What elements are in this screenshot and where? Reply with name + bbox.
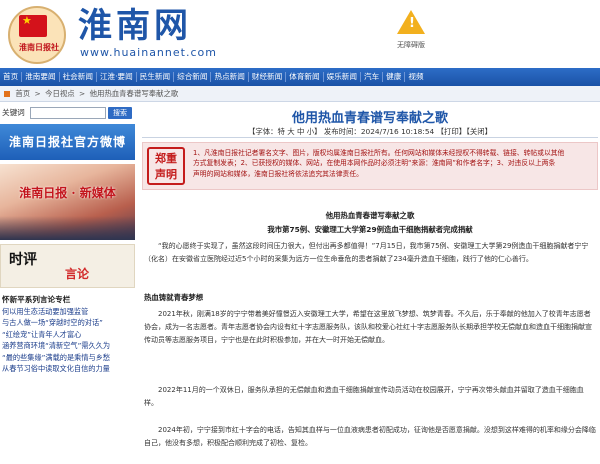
declaration-badge-b: 声明 — [155, 168, 177, 181]
search-row: 关键词 搜索 — [2, 106, 132, 120]
flag-icon — [19, 14, 47, 37]
nav-item[interactable]: 民生新闻 — [137, 72, 175, 82]
declaration-line: 1、凡淮南日报社记者署名文字、图片，版权均属淮南日报社所有。任何网站和媒体未经授… — [193, 149, 565, 157]
article-area: 他用热血青春谱写奉献之歌 【字体：特 大 中 小】 发布时间：2024/7/16… — [140, 102, 600, 464]
declaration-text: 1、凡淮南日报社记者署名文字、图片，版权均属淮南日报社所有。任何网站和媒体未经授… — [193, 148, 593, 179]
search-input[interactable] — [30, 107, 106, 119]
new-media-banner[interactable]: 淮南日报 · 新媒体 — [0, 164, 135, 240]
declaration-badge: 郑重 声明 — [147, 147, 185, 185]
article-meta[interactable]: 【字体：特 大 中 小】 发布时间：2024/7/16 10:18:54 【打印… — [140, 126, 600, 137]
breadcrumb: 首页 > 今日视点 > 他用热血青春谱写奉献之歌 — [0, 86, 600, 102]
breadcrumb-section[interactable]: 今日视点 — [45, 89, 75, 98]
commentary-banner[interactable]: 时评 言论 — [0, 244, 135, 288]
city-skyline — [0, 216, 135, 240]
commentary-banner-b: 言论 — [65, 267, 90, 281]
nav-item[interactable]: 首页 — [0, 72, 23, 82]
breadcrumb-home[interactable]: 首页 — [15, 89, 30, 98]
article-deck: 我市第75例、安徽理工大学第29例造血干细胞捐献者完成捐献 — [267, 225, 473, 234]
column-list-item[interactable]: “红绘宠”让青年人才富心 — [2, 329, 134, 340]
declaration-line: 方式复制发表；2、已获授权的媒体、网站，在使用本网作品时必须注明“来源：淮南网”… — [193, 159, 556, 168]
article-paragraph: 2021年秋，刚满18岁的宁宁带着美好憧憬迈入安徽理工大学，希望在这里放飞梦想、… — [144, 310, 592, 344]
page: 淮南日报社 淮南网 www.huainannet.com ! 无障碍版 首页淮南… — [0, 0, 600, 464]
nav-item[interactable]: 江淮·要闻 — [97, 72, 137, 82]
nav-item[interactable]: 社会新闻 — [60, 72, 97, 82]
nav-item[interactable]: 健康 — [383, 72, 406, 82]
article-paragraph: 2022年11月的一个双休日，服务队承担的无偿献血和造血干细胞捐献宣传动员活动在… — [144, 386, 584, 407]
declaration-badge-a: 郑重 — [155, 152, 177, 165]
article-paragraph: “我的心愿终于实现了，虽然这段时间压力很大，但付出再多都值得！”7月15日，我市… — [144, 242, 589, 263]
site-title[interactable]: 淮南网 — [78, 8, 192, 44]
weibo-banner[interactable]: 淮南日报社官方微博 — [0, 124, 135, 160]
nav-item[interactable]: 综合新闻 — [174, 72, 212, 82]
article-title: 他用热血青春谱写奉献之歌 — [291, 111, 448, 126]
column-list: 何以用生态活动要加强监管 与古人做一场“穿越时空的对话” “红绘宠”让青年人才富心涵… — [2, 306, 134, 374]
home-icon — [4, 91, 10, 97]
notice-text: 无障碍版 — [397, 41, 425, 49]
breadcrumb-sep: > — [34, 89, 41, 98]
nav-item[interactable]: 淮南要闻 — [22, 72, 60, 82]
nav-item[interactable]: 热点新闻 — [211, 72, 249, 82]
search-label: 关键词 — [2, 108, 25, 117]
divider — [142, 137, 598, 138]
breadcrumb-current: 他用热血青春谱写奉献之歌 — [89, 89, 179, 98]
column-list-item[interactable]: 何以用生态活动要加强监管 — [2, 306, 134, 317]
column-list-item[interactable]: 从春节习俗中读取文化自信的力量 — [2, 363, 134, 374]
copyright-declaration: 郑重 声明 1、凡淮南日报社记者署名文字、图片，版权均属淮南日报社所有。任何网站… — [142, 142, 598, 190]
breadcrumb-sep: > — [79, 89, 86, 98]
declaration-line: 声明的网站和媒体，淮南日报社将依法追究其法律责任。 — [193, 169, 363, 178]
site-header: 淮南日报社 淮南网 www.huainannet.com ! 无障碍版 — [0, 0, 600, 68]
column-list-item[interactable]: 与古人做一场“穿越时空的对话” — [2, 317, 134, 328]
site-logo[interactable]: 淮南日报社 — [8, 6, 66, 64]
article-paragraph: 2024年初，宁宁接到市红十字会的电话，告知其血样与一位血液病患者初配成功，征询… — [144, 426, 596, 447]
column-list-item[interactable]: 涵养营商环境“清新空气”需久久为 — [2, 340, 134, 351]
commentary-banner-a: 时评 — [9, 252, 37, 268]
accessibility-notice[interactable]: ! 无障碍版 — [386, 4, 436, 64]
nav-item[interactable]: 汽车 — [361, 72, 384, 82]
warning-icon: ! — [397, 10, 425, 34]
site-url: www.huainannet.com — [80, 46, 217, 59]
section-heading: 热血铸就青春梦想 — [144, 293, 204, 302]
column-title: 怀新平系列言论专栏 — [2, 295, 71, 304]
logo-paper-name: 淮南日报社 — [19, 42, 59, 52]
nav-item[interactable]: 财经新闻 — [249, 72, 287, 82]
column-list-item[interactable]: “最的些集缘”满载的是乘情与乡愁 — [2, 352, 134, 363]
nav-item[interactable]: 视频 — [405, 72, 426, 82]
nav-item[interactable]: 体育新闻 — [286, 72, 324, 82]
search-button[interactable]: 搜索 — [108, 107, 132, 119]
sidebar: 关键词 搜索 淮南日报社官方微博 淮南日报 · 新媒体 时评 言论 怀新平系列言… — [0, 102, 135, 464]
new-media-banner-text: 淮南日报 · 新媒体 — [19, 186, 116, 200]
nav-item[interactable]: 娱乐新闻 — [324, 72, 361, 82]
article-subtitle: 他用热血青春谱写奉献之歌 — [325, 211, 415, 220]
main-nav: 首页 淮南要闻 社会新闻 江淮·要闻 民生新闻 综合新闻 热点新闻 财经新闻 体育新闻 娱乐新闻汽… — [0, 68, 600, 86]
